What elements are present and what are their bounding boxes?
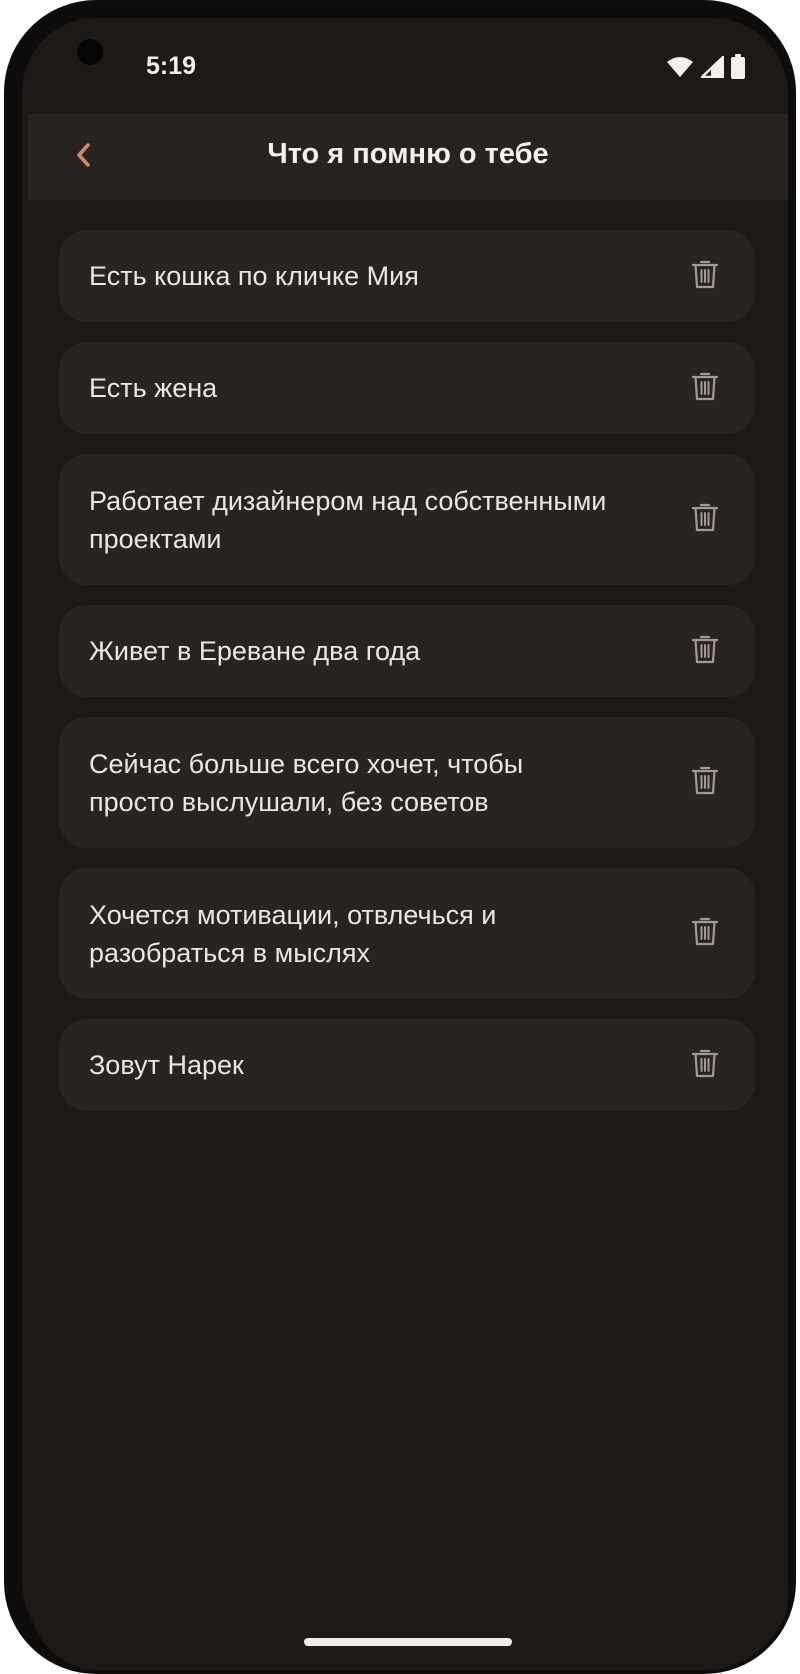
phone-frame: 5:19 Что я помню о тебе Есть кошка по кл… bbox=[4, 0, 796, 1674]
memory-text: Живет в Ереване два года bbox=[89, 636, 421, 666]
memory-text: Зовут Нарек bbox=[89, 1050, 244, 1080]
trash-icon bbox=[691, 371, 719, 406]
delete-memory-button[interactable] bbox=[683, 498, 727, 542]
delete-memory-button[interactable] bbox=[683, 912, 727, 956]
delete-memory-button[interactable] bbox=[683, 629, 727, 673]
trash-icon bbox=[691, 1048, 719, 1083]
delete-memory-button[interactable] bbox=[683, 761, 727, 805]
memory-text: Хочется мотивации, отвлечься и разобрать… bbox=[89, 899, 497, 968]
memory-item: Работает дизайнером над собственными про… bbox=[59, 454, 755, 585]
delete-memory-button[interactable] bbox=[683, 1043, 727, 1087]
trash-icon bbox=[691, 259, 719, 294]
memory-text: Сейчас больше всего хочет, чтобы просто … bbox=[89, 748, 524, 817]
home-indicator[interactable] bbox=[304, 1638, 512, 1646]
trash-icon bbox=[691, 634, 719, 669]
signal-icon bbox=[700, 56, 724, 78]
status-icons bbox=[666, 54, 746, 80]
memory-item: Зовут Нарек bbox=[59, 1019, 755, 1111]
trash-icon bbox=[691, 502, 719, 537]
delete-memory-button[interactable] bbox=[683, 254, 727, 298]
memory-text: Есть жена bbox=[89, 373, 218, 403]
status-time: 5:19 bbox=[146, 52, 197, 80]
memory-item: Сейчас больше всего хочет, чтобы просто … bbox=[59, 717, 755, 848]
delete-memory-button[interactable] bbox=[683, 366, 727, 410]
wifi-icon bbox=[666, 56, 694, 78]
status-bar: 5:19 bbox=[28, 18, 788, 114]
memory-item: Живет в Ереване два года bbox=[59, 605, 755, 697]
memory-item: Есть кошка по кличке Мия bbox=[59, 230, 755, 322]
page-title: Что я помню о тебе bbox=[267, 138, 549, 170]
battery-icon bbox=[730, 54, 746, 80]
app-bar: Что я помню о тебе bbox=[28, 114, 788, 200]
screen: 5:19 Что я помню о тебе Есть кошка по кл… bbox=[28, 18, 788, 1670]
memory-list: Есть кошка по кличке Мия Есть жена Работ… bbox=[59, 230, 755, 1131]
memory-text: Работает дизайнером над собственными про… bbox=[89, 485, 607, 554]
trash-icon bbox=[691, 916, 719, 951]
memory-item: Есть жена bbox=[59, 342, 755, 434]
memory-item: Хочется мотивации, отвлечься и разобрать… bbox=[59, 868, 755, 999]
trash-icon bbox=[691, 765, 719, 800]
memory-text: Есть кошка по кличке Мия bbox=[89, 261, 419, 291]
